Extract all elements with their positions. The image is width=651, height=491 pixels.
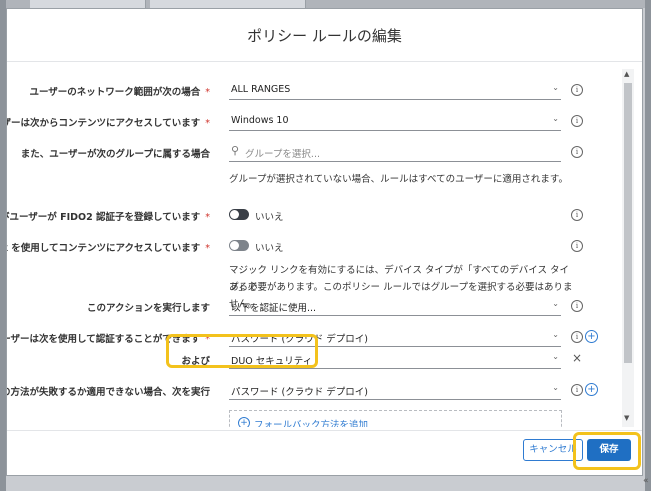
chevron-down-icon: ⌄ (552, 114, 559, 123)
fallback-method-row: 先の方法が失敗するか適用できない場合、次を実行 パスワード (クラウド デプロイ… (7, 381, 622, 401)
fido2-row: およびユーザーが FIDO2 認証子を登録しています* いいえ i (7, 206, 622, 226)
background-tab (30, 0, 146, 8)
close-icon[interactable]: × (572, 351, 582, 365)
action-label: このアクションを実行します (86, 303, 210, 314)
info-icon[interactable]: i (571, 146, 583, 158)
info-icon[interactable]: i (571, 209, 583, 221)
info-icon[interactable]: i (571, 240, 583, 252)
device-type-value: Windows 10 (231, 115, 289, 126)
action-select[interactable]: 以下を認証に使用... ⌄ (229, 297, 561, 316)
group-search-input[interactable]: ⚲ グループを選択... (229, 143, 561, 162)
save-button-highlight (573, 432, 641, 470)
info-icon[interactable]: i (571, 115, 583, 127)
info-icon[interactable]: i (571, 84, 583, 96)
info-icon[interactable]: i (571, 331, 583, 343)
background-window-strip (0, 0, 651, 8)
group-note: グループが選択されていない場合、ルールはすべてのユーザーに適用されます。 (229, 174, 568, 185)
fallback-method-value: パスワード (クラウド デプロイ) (231, 387, 368, 398)
group-label: また、ユーザーが次のグループに属する場合 (20, 149, 210, 160)
device-type-row: ユーザーは次からコンテンツにアクセスしています* Windows 10 ⌄ i (7, 112, 622, 132)
add-circle-icon: + (238, 417, 250, 427)
magic-link-row: c Link を使用してコンテンツにアクセスしています* いいえ i (7, 237, 622, 257)
dialog-scrollbar[interactable]: ▲ ▼ (622, 69, 634, 427)
background-right-edge (645, 0, 651, 491)
add-circle-icon[interactable]: + (585, 383, 598, 396)
group-row: また、ユーザーが次のグループに属する場合 ⚲ グループを選択... i (7, 143, 622, 163)
magic-link-toggle-text: いいえ (255, 243, 284, 254)
add-circle-icon[interactable]: + (585, 330, 598, 343)
and-method-highlight (166, 334, 318, 368)
info-icon[interactable]: i (571, 300, 583, 312)
network-range-select[interactable]: ALL RANGES ⌄ (229, 81, 561, 100)
chevron-down-icon: ⌄ (552, 83, 559, 92)
magic-link-label: c Link を使用してコンテンツにアクセスしています* (7, 243, 210, 254)
network-range-value: ALL RANGES (231, 84, 291, 95)
network-range-row: ユーザーのネットワーク範囲が次の場合 * ALL RANGES ⌄ i (7, 81, 622, 101)
info-icon[interactable]: i (571, 384, 583, 396)
search-icon: ⚲ (231, 144, 240, 157)
edit-policy-rule-dialog: ポリシー ルールの編集 ユーザーのネットワーク範囲が次の場合 * ALL RANG… (6, 8, 643, 476)
chevron-down-icon: ⌄ (552, 352, 559, 361)
add-fallback-label: フォールバック方法を追加 (254, 420, 369, 427)
device-type-label: ユーザーは次からコンテンツにアクセスしています* (7, 118, 210, 129)
fido2-toggle-text: いいえ (255, 212, 284, 223)
group-search-placeholder: グループを選択... (245, 149, 320, 160)
fallback-method-label: 先の方法が失敗するか適用できない場合、次を実行 (7, 387, 210, 398)
dialog-content: ユーザーのネットワーク範囲が次の場合* ALL RANGES ⌄ i ユーザーは… (7, 69, 622, 427)
scroll-down-icon[interactable]: ▼ (624, 414, 629, 422)
chevron-down-icon: ⌄ (552, 299, 559, 308)
scrollbar-thumb[interactable] (624, 83, 632, 363)
fido2-label: およびユーザーが FIDO2 認証子を登録しています* (7, 212, 210, 223)
title-divider (7, 61, 642, 62)
device-type-select[interactable]: Windows 10 ⌄ (229, 112, 561, 131)
action-row: このアクションを実行します 以下を認証に使用... ⌄ i (7, 297, 622, 317)
network-range-label: ユーザーのネットワーク範囲が次の場合 * (29, 87, 210, 98)
fallback-method-select[interactable]: パスワード (クラウド デプロイ) ⌄ (229, 381, 561, 400)
chevron-down-icon: ⌄ (552, 330, 559, 339)
action-value: 以下を認証に使用... (231, 303, 317, 314)
background-tab (150, 0, 306, 8)
fido2-toggle[interactable] (229, 209, 249, 220)
resize-handle-icon: « (643, 476, 649, 486)
scroll-up-icon[interactable]: ▲ (624, 70, 629, 78)
add-fallback-method-button[interactable]: + フォールバック方法を追加 (229, 410, 562, 427)
magic-link-toggle[interactable] (229, 240, 249, 251)
footer-divider (7, 430, 642, 431)
chevron-down-icon: ⌄ (552, 383, 559, 392)
dialog-title: ポリシー ルールの編集 (247, 27, 402, 45)
